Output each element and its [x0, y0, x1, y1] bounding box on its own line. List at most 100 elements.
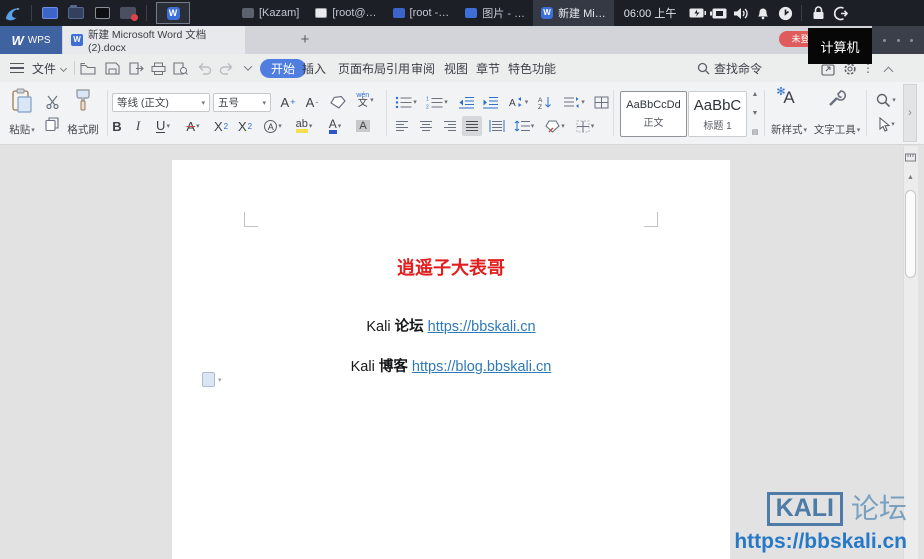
- character-shading-button[interactable]: A: [352, 116, 374, 136]
- find-replace-button[interactable]: ▾: [872, 90, 900, 110]
- increase-font-button[interactable]: A +: [277, 92, 299, 112]
- italic-button[interactable]: I: [130, 116, 146, 136]
- minimize-icon[interactable]: [882, 38, 886, 42]
- taskbar-window-terminal1[interactable]: [root@…: [307, 0, 384, 26]
- maximize-icon[interactable]: [896, 38, 900, 42]
- new-style-button[interactable]: A ✻ 新样式 ▾: [768, 86, 810, 138]
- gallery-scroll-up-icon[interactable]: ▲: [752, 91, 759, 99]
- notifications-bell-icon[interactable]: [753, 3, 773, 23]
- find-command[interactable]: 查找命令: [697, 54, 762, 82]
- file-manager-icon[interactable]: [39, 3, 61, 23]
- shading-color-button[interactable]: ▾: [541, 116, 569, 136]
- tab-special-features[interactable]: 特色功能: [508, 54, 556, 82]
- file-menu[interactable]: 文件: [32, 54, 68, 82]
- copy-button[interactable]: [42, 114, 62, 134]
- paste-options-button[interactable]: ▾: [202, 372, 222, 387]
- style-normal[interactable]: AaBbCcDd 正文: [620, 91, 687, 137]
- gallery-scroll-down-icon[interactable]: ▼: [752, 110, 759, 118]
- font-name-select[interactable]: 等线 (正文) ▾: [112, 93, 210, 112]
- power-plug-icon[interactable]: [709, 3, 729, 23]
- close-icon[interactable]: [910, 38, 914, 42]
- taskbar-window-wps-doc[interactable]: W 新建 Mi…: [533, 0, 614, 26]
- ruler-toggle-button[interactable]: [904, 150, 917, 165]
- wps-launcher[interactable]: W: [156, 2, 190, 24]
- cut-button[interactable]: [42, 92, 62, 112]
- window-controls[interactable]: [872, 26, 924, 54]
- insert-table-icon[interactable]: [590, 92, 612, 112]
- document-page[interactable]: 逍遥子大表哥 Kali 论坛 https://bbskali.cn Kali 博…: [172, 160, 730, 559]
- superscript-button[interactable]: X2: [210, 116, 232, 136]
- lock-screen-icon[interactable]: [808, 3, 828, 23]
- volume-icon[interactable]: [731, 3, 751, 23]
- forum-link[interactable]: https://bbskali.cn: [428, 319, 536, 335]
- numbered-list-button[interactable]: 1 2 ▾: [423, 92, 451, 112]
- tab-references[interactable]: 引用: [386, 54, 410, 82]
- terminal-icon[interactable]: [91, 3, 113, 23]
- tab-page-layout[interactable]: 页面布局: [338, 54, 386, 82]
- scrollbar-thumb[interactable]: [905, 190, 916, 278]
- folder-icon[interactable]: [65, 3, 87, 23]
- style-heading1[interactable]: AaBbC 标题 1: [688, 91, 747, 137]
- task-pane-expander[interactable]: ›: [903, 84, 917, 142]
- increase-indent-button[interactable]: [479, 92, 501, 112]
- text-tools-button[interactable]: 文字工具 ▾: [812, 86, 862, 138]
- style-gallery-scroll[interactable]: ▲ ▼ ▤: [749, 91, 761, 137]
- gallery-more-icon[interactable]: ▤: [752, 129, 759, 137]
- character-scale-button[interactable]: A ▾: [503, 92, 531, 112]
- taskbar-window-terminal2[interactable]: [root -…: [385, 0, 458, 26]
- underline-button[interactable]: U ▾: [150, 116, 176, 136]
- text-effects-button[interactable]: A ▾: [260, 116, 286, 136]
- tab-review[interactable]: 审阅: [411, 54, 435, 82]
- print-preview-button[interactable]: [170, 59, 190, 77]
- print-button[interactable]: [148, 59, 168, 77]
- kali-menu-icon[interactable]: [2, 3, 24, 23]
- strikethrough-button[interactable]: A ▾: [180, 116, 206, 136]
- export-pdf-button[interactable]: [126, 59, 146, 77]
- bold-button[interactable]: B: [108, 116, 126, 136]
- tab-section[interactable]: 章节: [476, 54, 500, 82]
- decrease-indent-button[interactable]: [455, 92, 477, 112]
- tab-insert[interactable]: 插入: [302, 54, 326, 82]
- redo-button[interactable]: [216, 59, 236, 77]
- undo-button[interactable]: [194, 59, 214, 77]
- scroll-up-icon[interactable]: ▲: [904, 170, 917, 185]
- highlight-color-button[interactable]: ab ▾: [290, 116, 318, 136]
- line-spacing-button[interactable]: ▾: [510, 116, 538, 136]
- battery-icon[interactable]: [687, 3, 707, 23]
- paste-button[interactable]: 粘贴 ▾: [4, 86, 40, 138]
- logout-icon[interactable]: [830, 3, 850, 23]
- blog-link[interactable]: https://blog.bbskali.cn: [412, 359, 551, 375]
- decrease-font-button[interactable]: A-: [301, 92, 323, 112]
- taskbar-window-kazam[interactable]: [Kazam]: [234, 0, 307, 26]
- tab-home[interactable]: 开始: [260, 59, 307, 78]
- font-color-button[interactable]: A ▾: [322, 116, 348, 136]
- phonetic-guide-button[interactable]: wén 文 ▾: [351, 90, 379, 110]
- power-manager-icon[interactable]: [775, 3, 795, 23]
- doc-line-forum[interactable]: Kali 论坛 https://bbskali.cn: [172, 315, 730, 336]
- collapse-ribbon-icon[interactable]: [878, 60, 898, 78]
- taskbar-window-images[interactable]: 图片 - …: [457, 0, 533, 26]
- font-size-select[interactable]: 五号 ▾: [213, 93, 271, 112]
- justify-button[interactable]: [462, 116, 482, 136]
- select-button[interactable]: ▾: [872, 114, 900, 134]
- doc-line-blog[interactable]: Kali 博客 https://blog.bbskali.cn: [172, 355, 730, 376]
- subscript-button[interactable]: X2: [234, 116, 256, 136]
- paragraph-layout-button[interactable]: ▾: [559, 92, 589, 112]
- align-left-button[interactable]: [392, 116, 412, 136]
- open-file-button[interactable]: [78, 59, 98, 77]
- distribute-text-button[interactable]: [486, 116, 508, 136]
- clock[interactable]: 06:00 上午: [624, 5, 677, 21]
- save-button[interactable]: [102, 59, 122, 77]
- align-right-button[interactable]: [440, 116, 460, 136]
- kazam-launcher-icon[interactable]: [117, 3, 139, 23]
- new-tab-button[interactable]: +: [294, 30, 316, 50]
- bullet-list-button[interactable]: ▾: [392, 92, 420, 112]
- format-painter-button[interactable]: 格式刷: [62, 86, 104, 138]
- wps-brand[interactable]: W WPS: [0, 26, 62, 54]
- main-menu-icon[interactable]: [10, 54, 24, 82]
- sort-button[interactable]: AZ: [534, 92, 556, 112]
- doc-heading[interactable]: 逍遥子大表哥: [172, 254, 730, 280]
- tab-view[interactable]: 视图: [444, 54, 468, 82]
- clear-format-button[interactable]: [327, 92, 349, 112]
- document-tab[interactable]: W 新建 Microsoft Word 文档 (2).docx: [63, 26, 245, 54]
